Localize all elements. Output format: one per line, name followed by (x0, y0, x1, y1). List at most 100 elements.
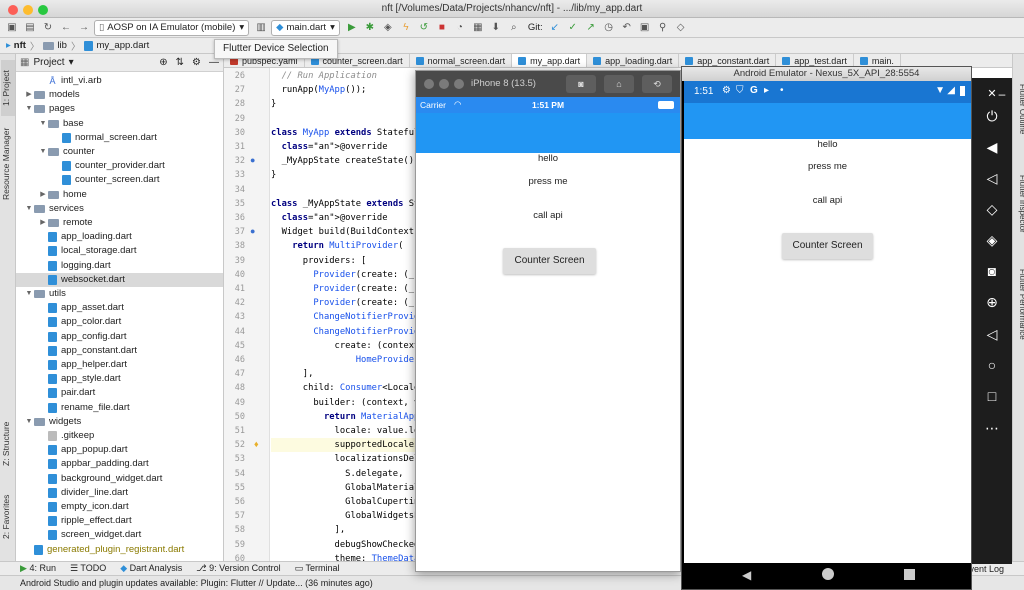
tree-folder[interactable]: ▼ pages (16, 102, 223, 116)
more-icon[interactable]: ⋯ (980, 416, 1004, 440)
tree-folder[interactable]: ▼ services (16, 202, 223, 216)
device-manager-icon[interactable]: ▥ (253, 20, 269, 36)
expand-arrow-icon[interactable]: ▼ (24, 202, 34, 216)
run-config-selector[interactable]: ◆ main.dart ▾ (271, 19, 340, 36)
volume-down-icon[interactable]: ◁ (980, 166, 1004, 190)
press-me-text[interactable]: press me (416, 176, 680, 187)
settings-search-icon[interactable]: ⚲ (655, 20, 671, 36)
tree-file[interactable]: screen_widget.dart (16, 528, 223, 542)
tree-file[interactable]: background_widget.dart (16, 472, 223, 486)
project-panel-title[interactable]: Project (33, 57, 64, 68)
override-marker-icon[interactable]: ● (250, 155, 255, 165)
expand-arrow-icon[interactable]: ▶ (24, 88, 34, 102)
debug-icon[interactable]: ✱ (362, 20, 378, 36)
home-icon[interactable]: ○ (980, 353, 1004, 377)
rotate-icon[interactable]: ⟲ (642, 75, 672, 93)
call-api-text[interactable]: call api (684, 195, 971, 206)
screenshot-icon[interactable]: ◙ (566, 75, 596, 93)
todo-tool-tab[interactable]: ☰ TODO (70, 563, 106, 574)
flutter-inspector-tab[interactable]: Flutter Inspector (1013, 159, 1024, 249)
locate-file-icon[interactable]: ⊕ (159, 57, 167, 68)
tree-folder[interactable]: ▶ home (16, 188, 223, 202)
tree-file[interactable]: websocket.dart (16, 272, 223, 287)
project-structure-icon[interactable]: ▣ (637, 20, 653, 36)
tree-file[interactable]: appbar_padding.dart (16, 457, 223, 471)
tree-file[interactable]: counter_provider.dart (16, 159, 223, 173)
tree-file[interactable]: empty_icon.dart (16, 500, 223, 514)
sdk-manager-icon[interactable]: ⬇ (488, 20, 504, 36)
back-icon[interactable]: ◁ (980, 322, 1004, 346)
power-icon[interactable]: ⏻ (980, 104, 1004, 128)
expand-arrow-icon[interactable]: ▼ (24, 415, 34, 429)
minimize-window-button[interactable] (439, 79, 449, 89)
zoom-window-button[interactable] (454, 79, 464, 89)
tree-file[interactable]: app_loading.dart (16, 230, 223, 244)
close-window-button[interactable] (8, 5, 18, 15)
stop-icon[interactable]: ■ (434, 20, 450, 36)
overview-icon[interactable]: □ (980, 384, 1004, 408)
volume-up-icon[interactable]: ◀ (980, 135, 1004, 159)
zoom-icon[interactable]: ⊕ (980, 290, 1004, 314)
tree-file[interactable]: .gitkeep (16, 429, 223, 443)
tree-file[interactable]: app_helper.dart (16, 358, 223, 372)
attach-debugger-icon[interactable]: ◈ (380, 20, 396, 36)
tree-file[interactable]: app_style.dart (16, 372, 223, 386)
overview-icon[interactable] (904, 569, 915, 580)
tree-file[interactable]: rename_file.dart (16, 401, 223, 415)
counter-screen-button[interactable]: Counter Screen (503, 248, 596, 274)
hot-reload-icon[interactable]: ϟ (398, 20, 414, 36)
tree-file[interactable]: app_color.dart (16, 315, 223, 329)
open-folder-icon[interactable]: ▣ (4, 20, 20, 36)
status-message[interactable]: Android Studio and plugin updates availa… (20, 578, 373, 588)
tree-file[interactable]: app_constant.dart (16, 344, 223, 358)
editor-tab[interactable]: app_loading.dart (587, 54, 680, 67)
avd-manager-icon[interactable]: ▦ (470, 20, 486, 36)
breadcrumb-lib[interactable]: lib (57, 40, 67, 51)
device-selector[interactable]: ▯ AOSP on IA Emulator (mobile) ▾ (94, 19, 250, 36)
gear-icon[interactable]: ⚙ (192, 57, 201, 68)
save-icon[interactable]: ▤ (22, 20, 38, 36)
search-icon[interactable]: ⌕ (506, 20, 522, 36)
tree-folder[interactable]: ▶ models (16, 88, 223, 102)
expand-arrow-icon[interactable]: ▶ (38, 216, 48, 230)
counter-screen-button[interactable]: Counter Screen (782, 233, 873, 259)
close-window-button[interactable] (424, 79, 434, 89)
tree-file[interactable]: app_config.dart (16, 330, 223, 344)
git-push-icon[interactable]: ↗ (583, 20, 599, 36)
dart-analysis-tab[interactable]: ◆ Dart Analysis (120, 563, 182, 574)
tree-file[interactable]: generated_plugin_registrant.dart (16, 543, 223, 557)
tree-file[interactable]: divider_line.dart (16, 486, 223, 500)
rotate-right-icon[interactable]: ◈ (980, 228, 1004, 252)
tree-file[interactable]: pair.dart (16, 386, 223, 400)
minimize-icon[interactable]: – (994, 82, 1010, 106)
expand-arrow-icon[interactable]: ▼ (38, 145, 48, 159)
home-icon[interactable]: ⌂ (604, 75, 634, 93)
tree-file[interactable]: local_storage.dart (16, 244, 223, 258)
tree-folder[interactable]: ▼ base (16, 117, 223, 131)
tree-file[interactable]: app_popup.dart (16, 443, 223, 457)
override-marker-icon[interactable]: ● (250, 226, 255, 236)
breadcrumb-project[interactable]: nft (14, 40, 26, 51)
editor-tab[interactable]: normal_screen.dart (410, 54, 513, 67)
expand-arrow-icon[interactable]: ▼ (24, 102, 34, 116)
minimize-window-button[interactable] (23, 5, 33, 15)
press-me-text[interactable]: press me (684, 161, 971, 172)
tree-file[interactable]: app_asset.dart (16, 301, 223, 315)
git-history-icon[interactable]: ◷ (601, 20, 617, 36)
structure-tab[interactable]: Z: Structure (1, 414, 15, 474)
tree-folder[interactable]: ▼ counter (16, 145, 223, 159)
expand-arrow-icon[interactable]: ▶ (38, 188, 48, 202)
tree-file[interactable]: normal_screen.dart (16, 131, 223, 145)
git-update-icon[interactable]: ↙ (547, 20, 563, 36)
back-arrow-icon[interactable]: ← (58, 20, 74, 36)
tree-file[interactable]: counter_screen.dart (16, 173, 223, 187)
screenshot-icon[interactable]: ◙ (980, 259, 1004, 283)
tree-folder[interactable]: ▼ utils (16, 287, 223, 301)
profiler-icon[interactable]: ◔ (452, 20, 468, 36)
terminal-tab[interactable]: ▭ Terminal (295, 563, 340, 574)
lightbulb-icon[interactable]: ♦ (254, 439, 259, 449)
hot-restart-icon[interactable]: ↺ (416, 20, 432, 36)
call-api-text[interactable]: call api (416, 210, 680, 221)
git-commit-icon[interactable]: ✓ (565, 20, 581, 36)
breadcrumb-file[interactable]: my_app.dart (96, 40, 149, 51)
